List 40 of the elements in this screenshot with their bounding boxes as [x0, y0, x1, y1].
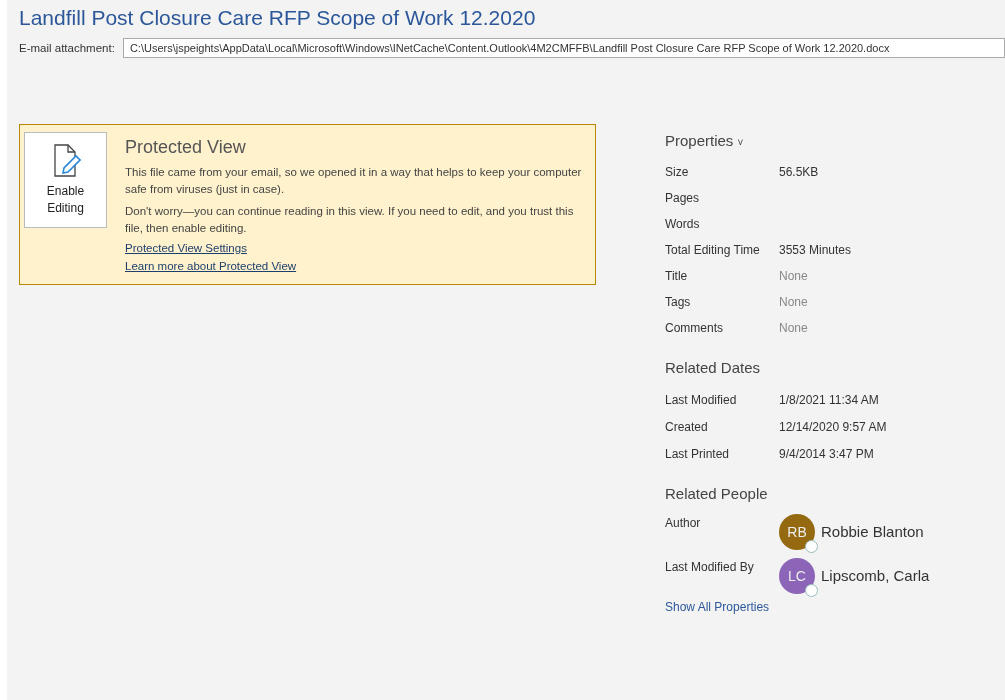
show-all-properties-link[interactable]: Show All Properties	[665, 600, 985, 614]
enable-editing-button[interactable]: Enable Editing	[24, 132, 107, 228]
person-role-label: Last Modified By	[665, 559, 755, 574]
property-value: None	[779, 295, 808, 309]
presence-icon	[805, 540, 818, 553]
property-value: None	[779, 269, 808, 283]
protected-view-message: This file came from your email, so we opened it in a way that helps to keep your computer safe from viruses (just in case).	[125, 165, 583, 197]
properties-heading[interactable]: Properties	[665, 132, 734, 149]
date-value: 9/4/2014 3:47 PM	[779, 446, 874, 461]
avatar[interactable]: LC	[779, 558, 815, 594]
protected-view-link[interactable]: Protected View Settings	[125, 242, 585, 254]
attachment-path-field[interactable]: C:\Users\jspeights\AppData\Local\Microsoft\Windows\INetCache\Content.Outlook\4M2CMFFB\Landfill Post Closure Care RFP Scope of Work 12.2020.docx	[122, 38, 1005, 58]
related-dates-heading: Related Dates	[665, 359, 762, 376]
person-role-label: Author	[665, 515, 702, 530]
related-people-heading: Related People	[665, 485, 769, 502]
property-label: Pages	[665, 191, 701, 205]
person-name[interactable]: Lipscomb, Carla	[821, 567, 930, 584]
date-label: Last Modified	[665, 392, 738, 407]
property-value: None	[779, 321, 808, 335]
property-value: 3553 Minutes	[779, 243, 852, 257]
presence-icon	[805, 584, 818, 597]
property-label: Comments	[665, 321, 724, 335]
protected-view-message: Don't worry—you can continue reading in this view. If you need to edit, and you trust this file, then enable editing.	[125, 204, 575, 236]
attachment-label: E-mail attachment:	[19, 42, 115, 54]
property-label: Words	[665, 217, 701, 231]
date-label: Created	[665, 419, 709, 434]
document-title: Landfill Post Closure Care RFP Scope of Work 12.2020	[19, 6, 537, 30]
protected-view-title: Protected View	[125, 137, 247, 158]
date-label: Last Printed	[665, 446, 731, 461]
property-label: Title	[665, 269, 689, 283]
property-label: Tags	[665, 295, 692, 309]
protected-view-link[interactable]: Learn more about Protected View	[125, 260, 585, 272]
property-label: Total Editing Time	[665, 243, 761, 257]
person-name[interactable]: Robbie Blanton	[821, 523, 924, 540]
date-value: 1/8/2021 11:34 AM	[779, 392, 879, 407]
date-value: 12/14/2020 9:57 AM	[779, 419, 887, 434]
caret-icon[interactable]: ˅	[737, 137, 744, 148]
avatar[interactable]: RB	[779, 514, 815, 550]
property-value: 56.5KB	[779, 165, 819, 179]
property-label: Size	[665, 165, 690, 179]
